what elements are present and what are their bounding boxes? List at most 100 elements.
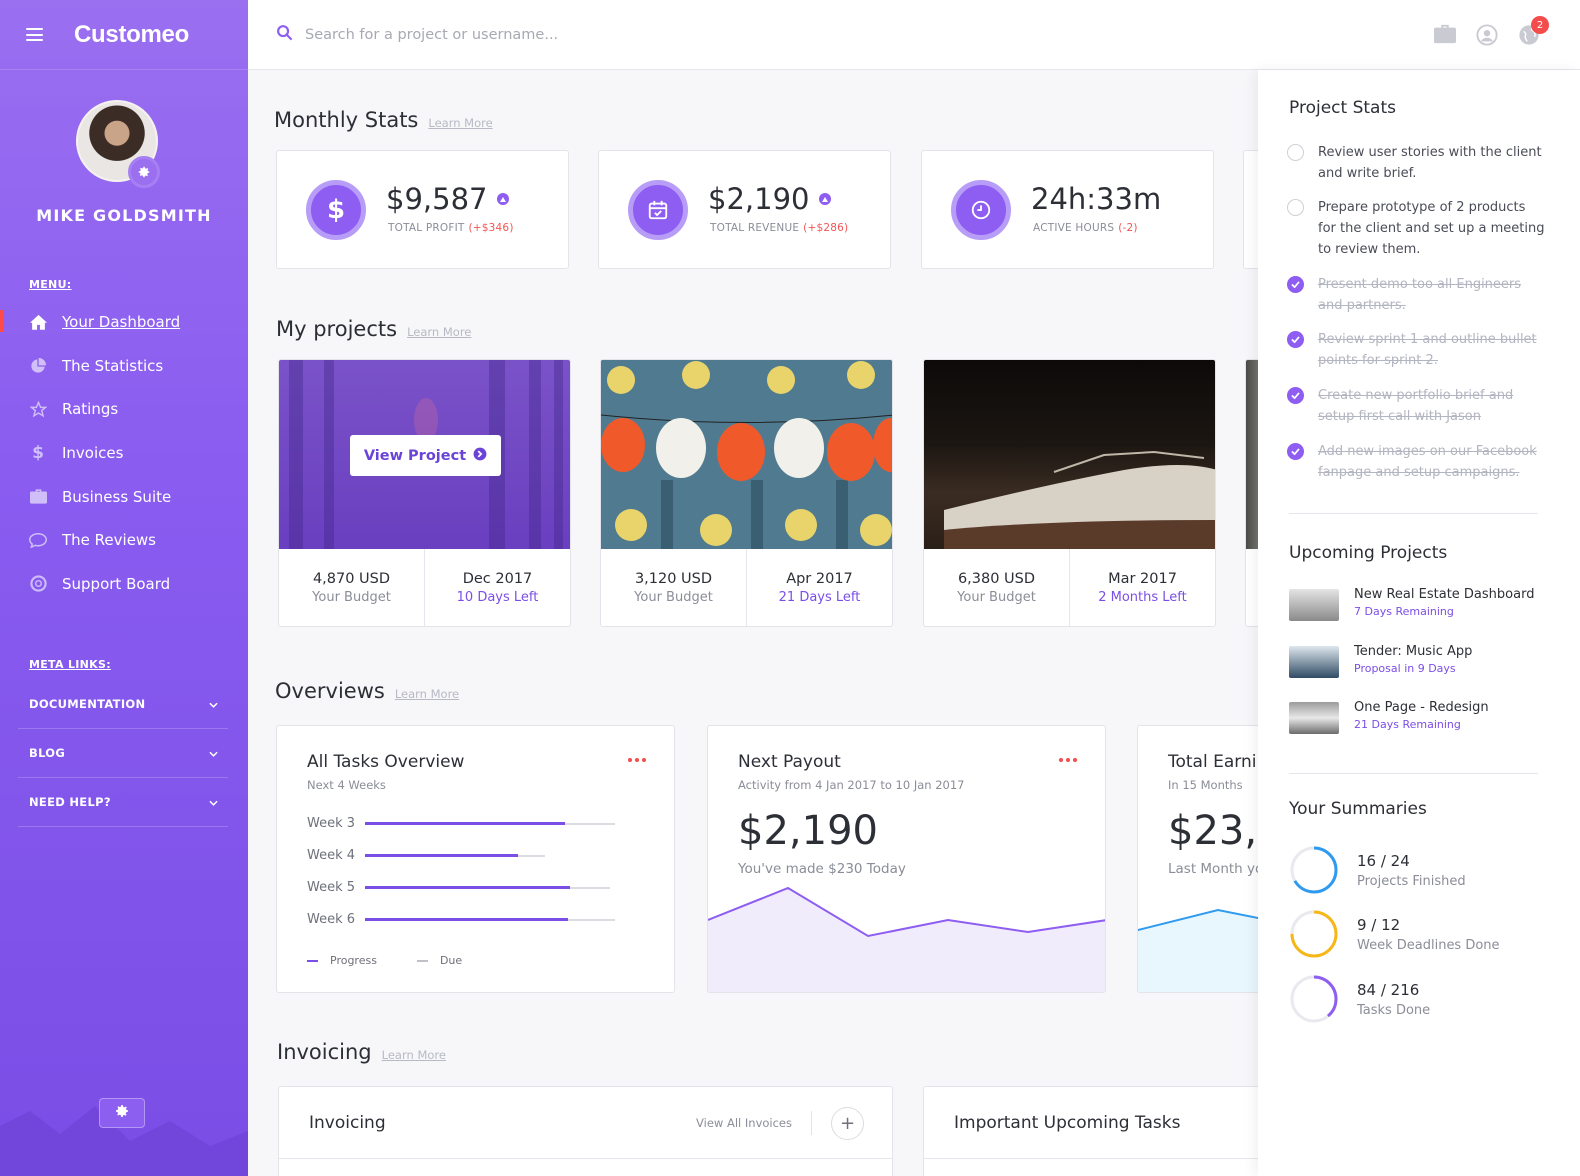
meta-links-title: META LINKS: (29, 658, 111, 671)
meta-item-need-help[interactable]: NEED HELP? (18, 778, 228, 827)
earnings-area-fill (1138, 910, 1258, 992)
legend-due: Due (416, 954, 462, 967)
project-task-item[interactable]: Create new portfolio brief and setup fir… (1287, 385, 1547, 427)
card-title: All Tasks Overview (307, 752, 465, 772)
sidebar-item-support-board[interactable]: Support Board (0, 562, 248, 606)
stat-value: $2,190 (708, 182, 832, 216)
check-circle-icon[interactable] (1287, 276, 1304, 293)
arrow-up-icon (497, 193, 510, 205)
project-thumbnail (1289, 702, 1339, 734)
project-deadline: Mar 2017 2 Months Left (1098, 571, 1187, 605)
sidebar-item-ratings[interactable]: Ratings (0, 387, 248, 431)
payout-area-chart (708, 886, 1105, 992)
divider (1289, 773, 1538, 774)
chart-legend: Progress Due (307, 954, 462, 967)
project-task-item[interactable]: Present demo too all Engineers and partn… (1287, 274, 1547, 316)
empty-circle-icon[interactable] (1287, 199, 1304, 216)
lanterns-illustration (601, 360, 892, 549)
hamburger-menu-icon[interactable] (26, 28, 43, 41)
learn-more-link[interactable]: Learn More (407, 325, 471, 339)
briefcase-icon[interactable] (1434, 24, 1456, 46)
learn-more-link[interactable]: Learn More (382, 1048, 446, 1062)
stat-label: TOTAL REVENUE (+$286) (710, 222, 849, 234)
sidebar-item-label: Support Board (62, 574, 171, 593)
home-icon (29, 313, 47, 331)
upcoming-project-item[interactable]: New Real Estate Dashboard 7 Days Remainin… (1289, 587, 1534, 621)
project-task-item[interactable]: Prepare prototype of 2 products for the … (1287, 197, 1547, 260)
project-task-item[interactable]: Add new images on our Facebook fanpage a… (1287, 441, 1547, 483)
project-deadline: Dec 2017 10 Days Left (456, 571, 539, 605)
learn-more-link[interactable]: Learn More (428, 116, 492, 130)
book-illustration (944, 450, 1215, 549)
check-circle-icon[interactable] (1287, 331, 1304, 348)
project-task-item[interactable]: Review sprint 1 and outline bullet point… (1287, 329, 1547, 371)
project-card-partial (1245, 359, 1258, 627)
upcoming-project-info: New Real Estate Dashboard 7 Days Remainin… (1354, 587, 1535, 618)
sidebar-item-statistics[interactable]: The Statistics (0, 344, 248, 388)
earnings-value: $23,5 (1168, 808, 1258, 854)
project-task-item[interactable]: Review user stories with the client and … (1287, 142, 1547, 184)
progress-bar (365, 822, 565, 825)
upcoming-project-item[interactable]: Tender: Music App Proposal in 9 Days (1289, 644, 1472, 678)
user-name: MIKE GOLDSMITH (36, 206, 212, 225)
sidebar-item-business-suite[interactable]: Business Suite (0, 475, 248, 519)
card-title: Invoicing (309, 1112, 386, 1133)
sidebar-item-dashboard[interactable]: Your Dashboard (0, 300, 248, 344)
sidebar-item-reviews[interactable]: The Reviews (0, 518, 248, 562)
globe-notifications-icon[interactable]: 2 (1518, 16, 1549, 46)
tasks-overview-card: All Tasks Overview Next 4 Weeks Week 3 We… (276, 725, 675, 993)
total-earnings-card: Total Earnings In 15 Months $23,5 Last M… (1137, 725, 1258, 993)
stat-change: (+$286) (803, 222, 849, 234)
sidebar-item-label: The Reviews (62, 531, 156, 550)
learn-more-link[interactable]: Learn More (395, 687, 459, 701)
settings-button[interactable] (99, 1098, 145, 1128)
more-options-icon[interactable] (1059, 758, 1077, 762)
view-project-button[interactable]: View Project (350, 435, 501, 476)
more-options-icon[interactable] (628, 758, 646, 762)
project-image (601, 360, 892, 549)
project-budget: 6,380 USD Your Budget (924, 549, 1070, 626)
project-card[interactable]: 6,380 USD Your Budget Mar 2017 2 Months Le… (923, 359, 1216, 627)
payout-note: You've made $230 Today (738, 861, 906, 877)
project-footer: 6,380 USD Your Budget Mar 2017 2 Months Le… (924, 549, 1215, 626)
project-card[interactable]: View Project 4,870 USD Your Budget Dec 20… (278, 359, 571, 627)
project-card[interactable]: 3,120 USD Your Budget Apr 2017 21 Days Lef… (600, 359, 893, 627)
sidebar: Customeo MIKE GOLDSMITH MENU: Your Dashb… (0, 0, 248, 1176)
empty-circle-icon[interactable] (1287, 144, 1304, 161)
avatar[interactable] (76, 100, 160, 188)
brand-logo[interactable]: Customeo (74, 21, 189, 49)
project-footer: 4,870 USD Your Budget Dec 2017 10 Days Lef… (279, 549, 570, 626)
summary-item: 84 / 216 Tasks Done (1289, 974, 1430, 1024)
top-header: 2 (248, 0, 1580, 70)
check-circle-icon[interactable] (1287, 387, 1304, 404)
project-image (1246, 360, 1258, 549)
payout-value: $2,190 (738, 808, 878, 854)
next-payout-card: Next Payout Activity from 4 Jan 2017 to … (707, 725, 1106, 993)
task-text: Present demo too all Engineers and partn… (1318, 277, 1522, 313)
meta-item-documentation[interactable]: DOCUMENTATION (18, 680, 228, 729)
sidebar-item-invoices[interactable]: $ Invoices (0, 431, 248, 475)
star-icon (29, 400, 47, 418)
upcoming-project-item[interactable]: One Page - Redesign 21 Days Remaining (1289, 700, 1489, 734)
section-overviews: Overviews Learn More (275, 679, 459, 703)
clock-icon (951, 180, 1011, 240)
search-input[interactable] (305, 26, 805, 43)
search-icon[interactable] (276, 24, 293, 45)
week-row: Week 5 (307, 880, 610, 895)
gear-icon[interactable] (128, 156, 160, 188)
card-title: Next Payout (738, 752, 841, 772)
stat-card-revenue: $2,190 TOTAL REVENUE (+$286) (598, 150, 891, 269)
add-invoice-button[interactable]: + (831, 1107, 864, 1140)
check-circle-icon[interactable] (1287, 443, 1304, 460)
meta-item-label: NEED HELP? (29, 795, 111, 809)
view-all-invoices-link[interactable]: View All Invoices (696, 1116, 792, 1130)
week-label: Week 5 (307, 880, 356, 895)
meta-item-blog[interactable]: BLOG (18, 729, 228, 778)
arrow-right-circle-icon (473, 447, 487, 465)
project-thumbnail (1289, 646, 1339, 678)
meta-links: DOCUMENTATION BLOG NEED HELP? (18, 680, 228, 827)
stat-change: (+$346) (468, 222, 514, 234)
due-bar (365, 918, 615, 921)
project-budget: 3,120 USD Your Budget (601, 549, 747, 626)
user-profile-icon[interactable] (1476, 24, 1498, 46)
